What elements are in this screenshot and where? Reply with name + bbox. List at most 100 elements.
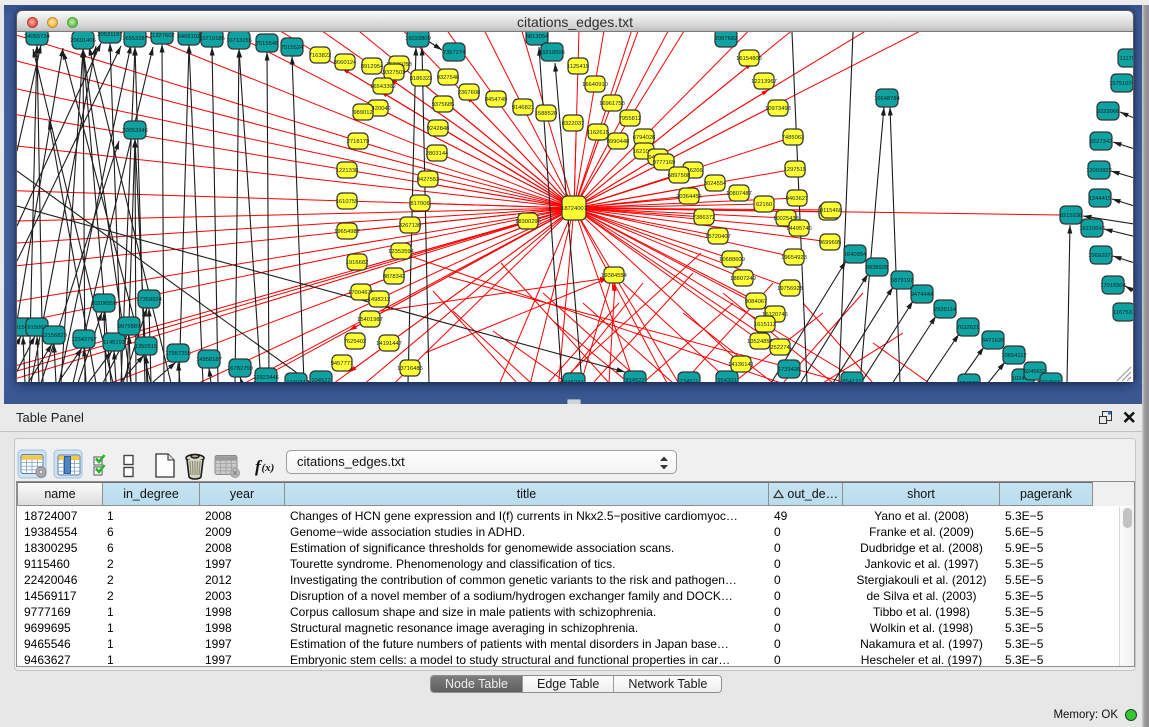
svg-text:19654982: 19654982 bbox=[334, 229, 360, 235]
svg-text:14495746: 14495746 bbox=[786, 226, 812, 232]
svg-text:7632621: 7632621 bbox=[957, 325, 980, 331]
svg-text:8938928: 8938928 bbox=[866, 265, 889, 271]
svg-text:12213967: 12213967 bbox=[751, 79, 777, 85]
svg-text:16210643: 16210643 bbox=[1079, 226, 1105, 232]
svg-text:252274: 252274 bbox=[770, 345, 790, 351]
svg-text:13524851: 13524851 bbox=[747, 339, 773, 345]
svg-text:20531187: 20531187 bbox=[97, 32, 122, 38]
svg-text:10654112: 10654112 bbox=[1001, 353, 1026, 359]
svg-text:8186323: 8186323 bbox=[410, 76, 433, 82]
svg-text:2718179: 2718179 bbox=[347, 139, 370, 145]
svg-text:18300295: 18300295 bbox=[515, 219, 541, 225]
svg-text:12342797: 12342797 bbox=[71, 337, 97, 343]
svg-text:16543362: 16543362 bbox=[370, 84, 396, 90]
svg-text:8813054: 8813054 bbox=[526, 34, 549, 40]
svg-text:1145193: 1145193 bbox=[103, 340, 125, 346]
svg-text:7386372: 7386372 bbox=[693, 215, 716, 221]
svg-text:7163822: 7163822 bbox=[309, 53, 332, 59]
svg-text:1297515: 1297515 bbox=[784, 167, 807, 173]
svg-text:17359924: 17359924 bbox=[136, 297, 163, 303]
svg-text:19218506: 19218506 bbox=[539, 50, 565, 56]
svg-text:10973493: 10973493 bbox=[765, 106, 791, 112]
svg-text:3267130: 3267130 bbox=[399, 223, 422, 229]
svg-text:1162615: 1162615 bbox=[587, 130, 609, 136]
svg-text:16648784: 16648784 bbox=[874, 96, 901, 102]
svg-text:1610755: 1610755 bbox=[336, 199, 359, 205]
svg-text:1916682: 1916682 bbox=[346, 260, 369, 266]
svg-text:6466102: 6466102 bbox=[178, 34, 201, 40]
svg-text:20206556: 20206556 bbox=[91, 301, 117, 307]
svg-text:8215938: 8215938 bbox=[1060, 213, 1083, 219]
svg-text:7515524: 7515524 bbox=[281, 45, 304, 51]
svg-text:9975887: 9975887 bbox=[118, 324, 141, 330]
svg-text:10688609: 10688609 bbox=[719, 257, 745, 263]
svg-text:7357274: 7357274 bbox=[443, 50, 466, 56]
svg-text:9777169: 9777169 bbox=[653, 160, 676, 166]
svg-text:12923446: 12923446 bbox=[253, 375, 279, 381]
svg-text:9457771: 9457771 bbox=[331, 361, 354, 367]
svg-text:10719185: 10719185 bbox=[199, 36, 225, 42]
svg-text:14136141: 14136141 bbox=[728, 362, 754, 368]
svg-text:924501: 924501 bbox=[959, 381, 978, 382]
svg-text:1244415: 1244415 bbox=[1089, 196, 1112, 202]
svg-text:15401987: 15401987 bbox=[357, 317, 383, 323]
svg-text:924565: 924565 bbox=[1041, 380, 1060, 382]
svg-text:3024554: 3024554 bbox=[704, 181, 727, 187]
svg-text:19384554: 19384554 bbox=[601, 273, 628, 279]
svg-text:15720407: 15720407 bbox=[705, 234, 731, 240]
svg-text:15751074: 15751074 bbox=[1109, 81, 1133, 87]
svg-text:8912954: 8912954 bbox=[361, 64, 384, 70]
svg-text:2087682: 2087682 bbox=[715, 36, 738, 42]
svg-text:16782759: 16782759 bbox=[227, 366, 253, 372]
svg-text:15692971: 15692971 bbox=[1088, 253, 1114, 259]
svg-text:1588520: 1588520 bbox=[535, 111, 558, 117]
svg-text:1498212: 1498212 bbox=[368, 297, 391, 303]
svg-text:9375685: 9375685 bbox=[432, 102, 455, 108]
svg-text:1615112: 1615112 bbox=[754, 322, 776, 328]
svg-text:104522: 104522 bbox=[311, 378, 330, 382]
svg-text:19756928: 19756928 bbox=[777, 286, 803, 292]
svg-text:734511: 734511 bbox=[680, 379, 699, 382]
svg-text:1733426: 1733426 bbox=[778, 367, 801, 373]
svg-text:7625402: 7625402 bbox=[344, 339, 367, 345]
svg-text:17957255: 17957255 bbox=[165, 351, 191, 357]
svg-text:9327503: 9327503 bbox=[383, 70, 406, 76]
svg-text:10807487: 10807487 bbox=[726, 191, 752, 197]
svg-text:817006: 817006 bbox=[410, 201, 429, 207]
svg-text:9227342: 9227342 bbox=[1090, 139, 1113, 145]
svg-text:6897508: 6897508 bbox=[668, 173, 691, 179]
svg-text:11327602: 11327602 bbox=[149, 33, 174, 39]
svg-text:12093822: 12093822 bbox=[1086, 168, 1112, 174]
svg-text:24055724: 24055724 bbox=[24, 34, 51, 40]
svg-text:9115460: 9115460 bbox=[820, 208, 842, 214]
svg-text:9146821: 9146821 bbox=[512, 105, 535, 111]
svg-text:945234: 945234 bbox=[564, 380, 584, 382]
svg-text:7955812: 7955812 bbox=[619, 116, 642, 122]
svg-text:13716485: 13716485 bbox=[397, 366, 423, 372]
svg-text:20053346: 20053346 bbox=[122, 128, 148, 134]
svg-text:16154808: 16154808 bbox=[736, 56, 762, 62]
svg-text:9329966: 9329966 bbox=[1097, 109, 1120, 115]
svg-text:854122: 854122 bbox=[842, 379, 861, 382]
svg-text:18807249: 18807249 bbox=[730, 276, 756, 282]
svg-text:14958187: 14958187 bbox=[196, 357, 222, 363]
svg-text:9474444: 9474444 bbox=[911, 292, 934, 298]
svg-text:8878342: 8878342 bbox=[383, 274, 406, 280]
svg-text:7515546: 7515546 bbox=[256, 41, 279, 47]
svg-text:124034: 124034 bbox=[286, 380, 306, 382]
svg-text:1167531: 1167531 bbox=[1113, 310, 1133, 316]
svg-text:16553287: 16553287 bbox=[122, 36, 148, 42]
svg-text:1221338: 1221338 bbox=[336, 168, 359, 174]
svg-text:7485063: 7485063 bbox=[782, 135, 805, 141]
svg-text:17016504: 17016504 bbox=[1100, 283, 1127, 289]
svg-text:20364456: 20364456 bbox=[676, 194, 702, 200]
svg-text:6879197: 6879197 bbox=[891, 278, 914, 284]
svg-text:834522: 834522 bbox=[625, 378, 644, 382]
svg-text:16713155: 16713155 bbox=[226, 38, 252, 44]
svg-text:12353594: 12353594 bbox=[388, 249, 415, 255]
svg-text:9242848: 9242848 bbox=[427, 126, 450, 132]
svg-text:8427552: 8427552 bbox=[417, 177, 440, 183]
svg-text:20691406: 20691406 bbox=[70, 38, 96, 44]
svg-text:1640954: 1640954 bbox=[844, 252, 867, 258]
svg-text:8990448: 8990448 bbox=[607, 139, 630, 145]
